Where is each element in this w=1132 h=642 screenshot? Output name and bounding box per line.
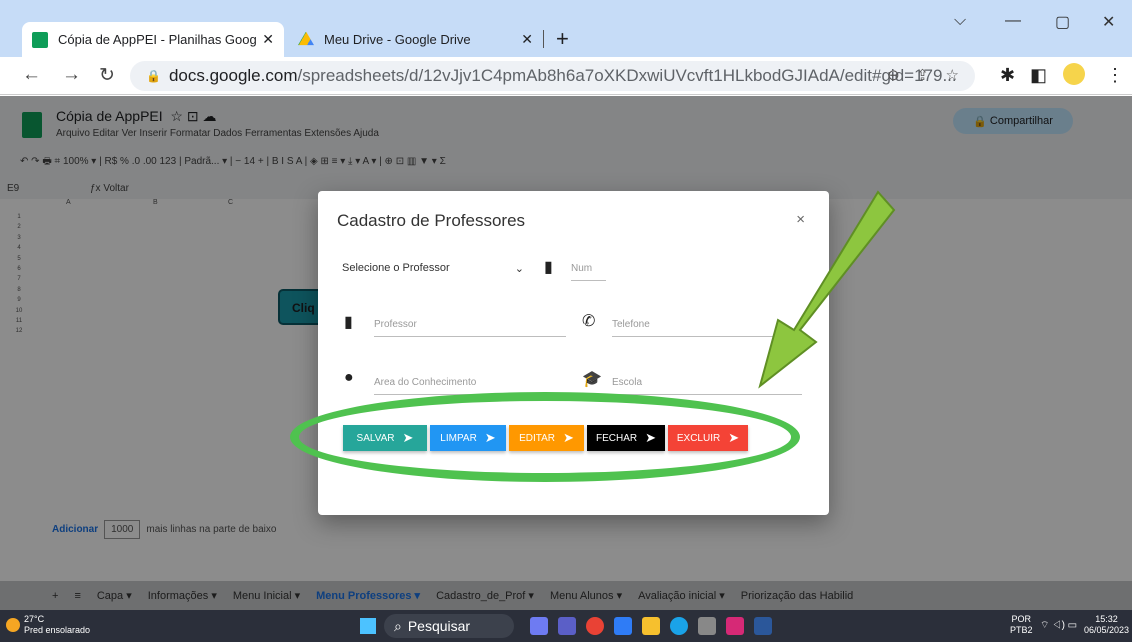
tab-search-icon[interactable]: ⌵: [954, 12, 966, 30]
tab-drive[interactable]: Meu Drive - Google Drive ✕: [288, 22, 543, 57]
minimize-icon[interactable]: —: [1005, 12, 1021, 30]
tab-separator: [543, 30, 544, 48]
weather-widget[interactable]: 27°C Pred ensolarado: [24, 614, 90, 636]
weather-sun-icon: [6, 618, 20, 632]
taskbar-search[interactable]: ⌕ Pesquisar: [384, 614, 514, 638]
close-window-icon[interactable]: ✕: [1102, 12, 1115, 32]
select-value: Selecione o Professor: [342, 262, 450, 274]
lock-icon: 🔒: [146, 69, 161, 83]
book-icon: ▮: [344, 314, 353, 331]
tab-close-icon[interactable]: ✕: [521, 31, 533, 48]
account-circle-icon: ●: [344, 369, 354, 386]
instagram-icon[interactable]: [726, 617, 744, 635]
side-panel-icon[interactable]: ◧: [1030, 65, 1047, 86]
num-field[interactable]: Num: [571, 257, 606, 281]
language-indicator[interactable]: POR PTB2: [1010, 614, 1033, 636]
clock[interactable]: 15:32 06/05/2023: [1084, 614, 1129, 636]
dialog-title: Cadastro de Professores: [337, 211, 526, 230]
menu-icon[interactable]: ⋮: [1106, 65, 1124, 86]
back-icon[interactable]: ←: [22, 64, 41, 86]
chrome-icon[interactable]: [586, 617, 604, 635]
annotation-arrow-icon: [758, 190, 896, 389]
task-view-icon[interactable]: [530, 617, 548, 635]
windows-start-icon[interactable]: [360, 618, 376, 634]
search-icon: ⌕: [394, 617, 402, 634]
chat-icon[interactable]: [558, 617, 576, 635]
phone-icon: ✆: [582, 313, 596, 330]
address-bar-row: ← → ↻ 🔒 docs.google.com /spreadsheets/d/…: [0, 57, 1132, 95]
tab-close-icon[interactable]: ✕: [262, 31, 274, 48]
tab-title: Cópia de AppPEI - Planilhas Google: [58, 32, 257, 47]
chevron-down-icon: ⌄: [514, 262, 524, 275]
system-tray-icons[interactable]: ⌔ ◁) ▭: [1040, 620, 1077, 631]
edge-icon[interactable]: [670, 617, 688, 635]
reload-icon[interactable]: ↻: [99, 64, 115, 87]
url-path: /spreadsheets/d/12vJjv1C4pmAb8h6a7oXKDxw…: [297, 66, 957, 85]
file-explorer-icon[interactable]: [642, 617, 660, 635]
sheets-favicon-icon: [32, 31, 48, 48]
forward-icon[interactable]: →: [62, 64, 81, 86]
omnibox[interactable]: 🔒 docs.google.com /spreadsheets/d/12vJjv…: [130, 61, 975, 91]
professor-select[interactable]: Selecione o Professor ⌄: [342, 256, 524, 280]
tab-title: Meu Drive - Google Drive: [324, 32, 471, 47]
professor-field[interactable]: Professor: [374, 313, 566, 337]
settings-icon[interactable]: [698, 617, 716, 635]
drive-favicon-icon: [298, 31, 314, 46]
app-icon[interactable]: [614, 617, 632, 635]
tab-planilhas[interactable]: Cópia de AppPEI - Planilhas Google ✕: [22, 22, 284, 57]
windows-taskbar: 27°C Pred ensolarado ⌕ Pesquisar POR PTB2…: [0, 610, 1132, 642]
omnibox-actions[interactable]: ⊖ ⇪ ☆: [887, 66, 959, 84]
word-icon[interactable]: [754, 617, 772, 635]
browser-tab-strip: Cópia de AppPEI - Planilhas Google ✕ Meu…: [0, 0, 1132, 57]
school-icon: 🎓: [582, 371, 602, 388]
maximize-icon[interactable]: ▢: [1055, 12, 1070, 32]
profile-avatar[interactable]: [1063, 63, 1085, 85]
url-host: docs.google.com: [168, 66, 298, 85]
book-icon: ▮: [544, 259, 553, 276]
highlight-ellipse: [290, 392, 800, 482]
extensions-icon[interactable]: ✱: [1000, 65, 1015, 86]
new-tab-button[interactable]: +: [556, 26, 569, 52]
